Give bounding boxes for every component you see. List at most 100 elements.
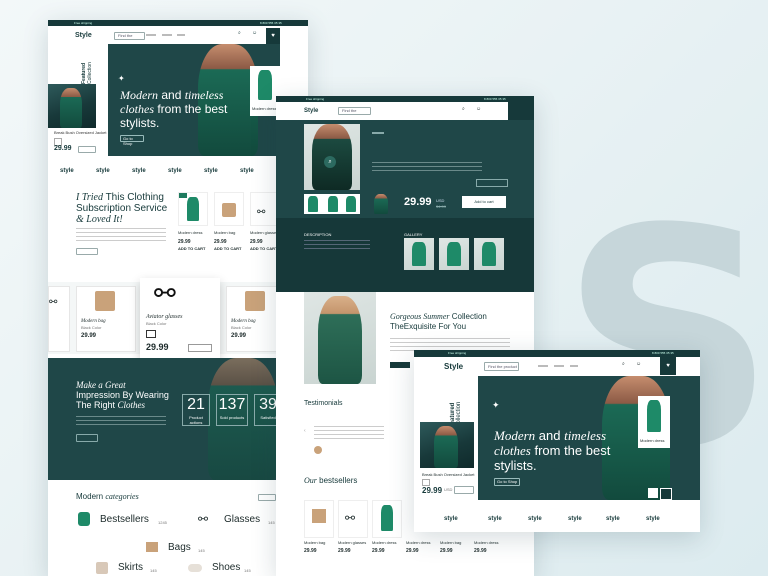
logo[interactable]: Style bbox=[444, 362, 463, 371]
user-icon[interactable]: ☺ bbox=[476, 106, 481, 112]
shoe-icon bbox=[188, 564, 202, 572]
carousel-card-active[interactable]: ⚯ Aviator glasses Black Color 29.99 bbox=[140, 278, 220, 358]
stats-button[interactable] bbox=[76, 434, 98, 442]
phone-text: 8 800 555 35 35 bbox=[260, 21, 282, 25]
blog-product-card[interactable] bbox=[178, 192, 208, 226]
bestseller-card[interactable] bbox=[304, 500, 334, 538]
search-icon[interactable]: ⌕ bbox=[462, 106, 465, 112]
product-price: 29.99 bbox=[338, 548, 351, 554]
product-description-text bbox=[372, 162, 482, 174]
cart-icon[interactable]: ♥ bbox=[660, 357, 676, 375]
skirt-icon bbox=[96, 562, 108, 574]
product-price: 29.99 bbox=[440, 548, 453, 554]
product-price: 29.99 bbox=[178, 239, 191, 245]
add-to-cart-button[interactable] bbox=[188, 344, 212, 352]
product-name: Modern bag bbox=[304, 540, 326, 545]
logo[interactable]: Style bbox=[75, 32, 92, 39]
blog-title: I Tried This Clothing Subscription Servi… bbox=[76, 192, 168, 225]
promo-text: Free shipping bbox=[74, 21, 93, 25]
product-price: 29.99 bbox=[372, 548, 385, 554]
thumbnail[interactable] bbox=[374, 194, 388, 214]
cart-icon[interactable] bbox=[508, 102, 534, 120]
product-price: 29.99 bbox=[406, 548, 419, 554]
testimonial-text bbox=[314, 426, 384, 440]
nav-link[interactable] bbox=[177, 34, 185, 36]
product-name: Modern dress bbox=[474, 540, 499, 545]
size-select[interactable] bbox=[476, 179, 508, 187]
stat-box: 137 Sold products bbox=[216, 394, 248, 426]
product-name: Modern bag bbox=[440, 540, 462, 545]
description-label: DESCRIPTION bbox=[304, 232, 332, 237]
hero-card[interactable]: Modern dress bbox=[638, 396, 670, 448]
hero-title: Modern and timeless clothes from the bes… bbox=[120, 88, 228, 130]
nav-link[interactable] bbox=[538, 365, 548, 367]
hero-product-name[interactable]: Break Bush Oversized Jacket bbox=[422, 472, 474, 477]
categories-title: Modern categories bbox=[76, 492, 139, 501]
search-icon[interactable]: ⌕ bbox=[622, 361, 625, 367]
go-to-shop-button[interactable]: Go to Shop bbox=[494, 478, 520, 486]
nav-link[interactable] bbox=[570, 365, 578, 367]
dress-icon bbox=[78, 512, 90, 526]
gallery-label: GALLERY bbox=[404, 232, 423, 237]
price-currency: USD bbox=[444, 487, 453, 492]
thumbnail[interactable] bbox=[308, 196, 318, 212]
top-bar: Free shipping 8 800 555 35 35 bbox=[48, 20, 308, 26]
product-name: Modern bag bbox=[214, 230, 236, 235]
product-price: 29.99 bbox=[250, 239, 263, 245]
size-option[interactable] bbox=[146, 330, 156, 338]
nav-link[interactable] bbox=[554, 365, 564, 367]
product-name: Modern glasses bbox=[250, 230, 279, 235]
search-input[interactable]: Find the product bbox=[338, 107, 371, 115]
slider-next-button[interactable] bbox=[660, 488, 672, 500]
search-input[interactable]: Find the product bbox=[484, 362, 519, 371]
zoom-icon[interactable]: ⌕ bbox=[324, 156, 336, 168]
prev-arrow-icon[interactable]: ‹ bbox=[304, 428, 306, 434]
bestseller-card[interactable]: ⚯ bbox=[338, 500, 368, 538]
read-more-button[interactable] bbox=[76, 248, 98, 255]
nav-link[interactable] bbox=[162, 34, 172, 36]
nav-link[interactable] bbox=[146, 34, 156, 36]
sparkle-icon: ✦ bbox=[492, 400, 500, 410]
color-swatch[interactable] bbox=[422, 479, 430, 486]
user-icon[interactable]: ☺ bbox=[636, 361, 641, 367]
add-to-cart-link[interactable]: ADD TO CART bbox=[214, 246, 241, 251]
add-to-cart-button[interactable] bbox=[78, 146, 96, 153]
product-name: Modern dress bbox=[406, 540, 431, 545]
stat-box: 21 Product actions bbox=[182, 394, 210, 426]
sparkle-icon: ✦ bbox=[118, 74, 125, 83]
cart-icon[interactable]: ♥ bbox=[266, 28, 280, 44]
blog-product-card[interactable] bbox=[214, 192, 244, 226]
blog-excerpt bbox=[76, 228, 166, 242]
thumbnail[interactable] bbox=[346, 196, 356, 212]
bestseller-card[interactable] bbox=[372, 500, 402, 538]
hero-product-name[interactable]: Break Bush Oversized Jacket bbox=[54, 130, 106, 135]
hero-product-image bbox=[48, 84, 96, 128]
product-name: Modern dress bbox=[372, 540, 397, 545]
vertical-label: Featured Collection bbox=[450, 401, 462, 428]
add-to-cart-button[interactable] bbox=[454, 486, 474, 494]
search-icon[interactable]: ⌕ bbox=[238, 30, 241, 36]
price-currency: USD bbox=[436, 198, 445, 203]
add-to-cart-link[interactable]: ADD TO CART bbox=[250, 246, 277, 251]
hero-title: Modern and timeless clothes from the bes… bbox=[494, 428, 611, 473]
search-input[interactable]: Find the product bbox=[114, 32, 145, 40]
thumbnail[interactable] bbox=[328, 196, 338, 212]
carousel-card-partial[interactable]: ⚯ bbox=[48, 286, 70, 352]
hero-zoom-mockup: Free shipping 8 800 555 35 35 Style Find… bbox=[414, 350, 700, 532]
add-to-cart-link[interactable]: ADD TO CART bbox=[178, 246, 205, 251]
slider-prev-button[interactable] bbox=[648, 488, 658, 498]
see-all-button[interactable] bbox=[258, 494, 276, 501]
collection-button[interactable] bbox=[390, 362, 410, 368]
add-to-cart-button[interactable]: Add to cart bbox=[462, 196, 506, 208]
product-price: 29.99 bbox=[474, 548, 487, 554]
product-name: Modern glasses bbox=[338, 540, 367, 545]
hero-product-image bbox=[420, 422, 474, 468]
go-to-shop-button[interactable]: Go to Shop bbox=[120, 135, 144, 146]
logo[interactable]: Style bbox=[304, 108, 318, 114]
back-link[interactable] bbox=[372, 132, 384, 134]
carousel-card[interactable]: Modern bag Black Color 29.99 bbox=[76, 286, 136, 352]
glasses-icon: ⚯ bbox=[198, 512, 209, 526]
product-name: Modern dress bbox=[178, 230, 203, 235]
product-price: 29.99 bbox=[214, 239, 227, 245]
user-icon[interactable]: ☺ bbox=[252, 30, 257, 36]
